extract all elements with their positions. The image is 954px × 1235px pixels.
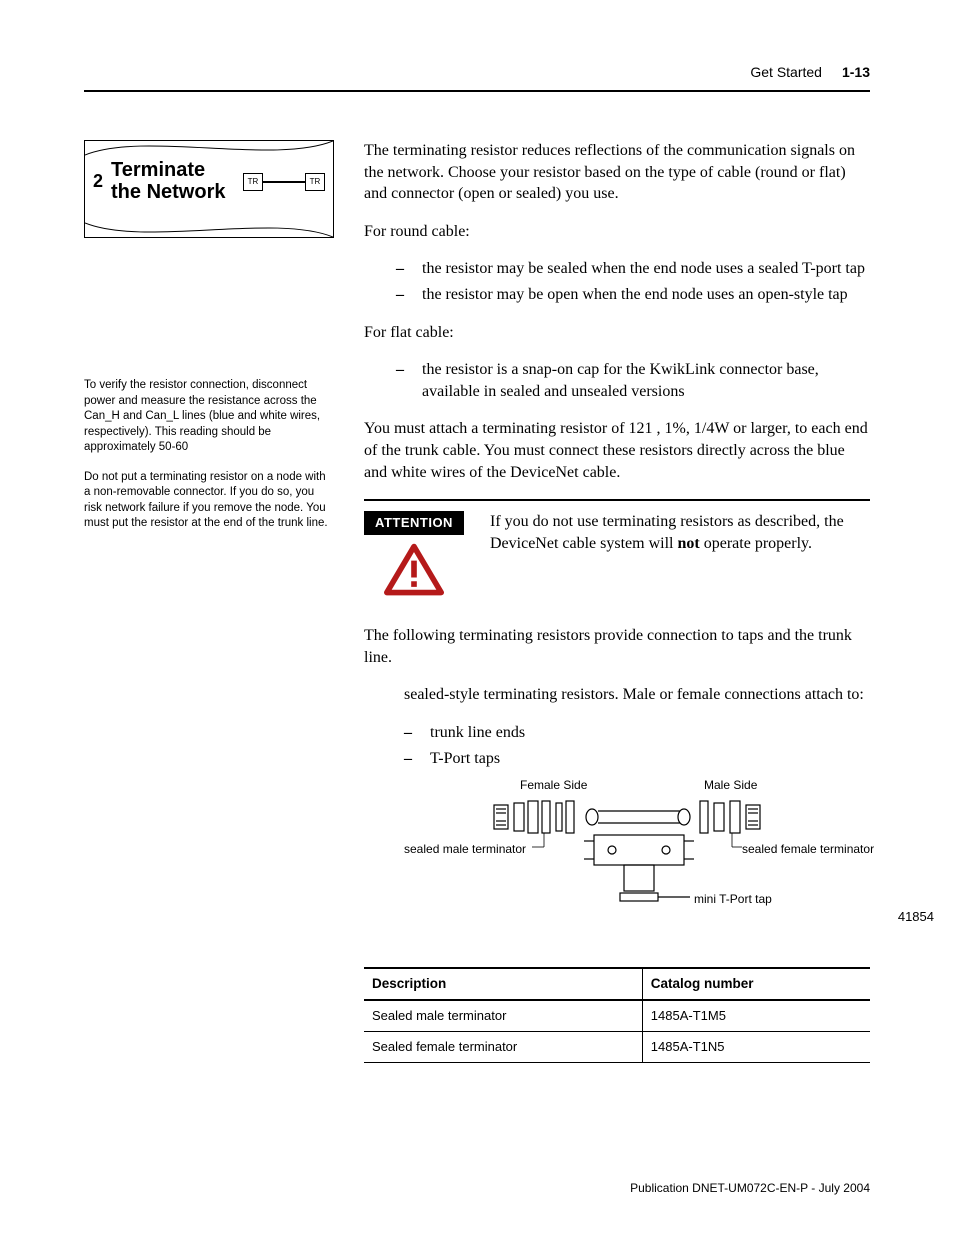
flat-cable-list: – the resistor is a snap-on cap for the … [364, 359, 870, 402]
terminator-diagram-icon: TR TR [243, 171, 325, 191]
intro-paragraph: The terminating resistor reduces reflect… [364, 140, 870, 205]
list-item: – the resistor may be open when the end … [396, 284, 870, 306]
sealed-style-bullet: sealed-style terminating resistors. Male… [364, 684, 870, 706]
sidebar: 2 Terminate the Network TR TR To verify … [84, 140, 334, 1063]
page-header: Get Started 1-13 [84, 64, 870, 92]
fig-label-female-side: Female Side [520, 777, 587, 793]
table-header-row: Description Catalog number [364, 968, 870, 1000]
following-paragraph: The following terminating resistors prov… [364, 625, 870, 668]
table-cell: 1485A-T1N5 [642, 1032, 870, 1063]
list-item: – trunk line ends [404, 722, 870, 744]
fig-label-male-side: Male Side [704, 777, 757, 793]
list-item: – the resistor may be sealed when the en… [396, 258, 870, 280]
attention-label: ATTENTION [364, 511, 464, 535]
tr-box-left: TR [243, 173, 263, 191]
spec-paragraph: You must attach a terminating resistor o… [364, 418, 870, 483]
list-item-text: the resistor is a snap-on cap for the Kw… [422, 359, 870, 402]
table-cell: 1485A-T1M5 [642, 1000, 870, 1031]
table-header: Catalog number [642, 968, 870, 1000]
tr-box-right: TR [305, 173, 325, 191]
sidebar-note-1: To verify the resistor connection, disco… [84, 378, 334, 456]
main-column: The terminating resistor reduces reflect… [364, 140, 870, 1063]
sealed-style-subitems: – trunk line ends – T-Port taps [364, 722, 870, 769]
table-header: Description [364, 968, 642, 1000]
table-row: Sealed male terminator 1485A-T1M5 [364, 1000, 870, 1031]
catalog-table: Description Catalog number Sealed male t… [364, 967, 870, 1062]
header-section: Get Started [750, 64, 822, 80]
step-number: 2 [93, 169, 103, 193]
list-item: – T-Port taps [404, 748, 870, 770]
fig-label-sealed-male: sealed male terminator [404, 841, 526, 857]
table-cell: Sealed male terminator [364, 1000, 642, 1031]
attention-block: ATTENTION If you do not use terminating … [364, 499, 870, 603]
terminator-figure: Female Side Male Side sealed male termin… [484, 775, 870, 925]
fig-label-sealed-female: sealed female terminator [742, 841, 874, 857]
list-item-text: trunk line ends [430, 722, 525, 744]
sidebar-note-2: Do not put a terminating resistor on a n… [84, 470, 334, 532]
list-item-text: the resistor may be open when the end no… [422, 284, 848, 306]
table-row: Sealed female terminator 1485A-T1N5 [364, 1032, 870, 1063]
attention-text-bold: not [678, 535, 700, 552]
warning-triangle-icon [384, 543, 444, 597]
attention-text-post: operate properly. [700, 535, 812, 552]
page-footer: Publication DNET-UM072C-EN-P - July 2004 [630, 1181, 870, 1195]
fig-label-mini-tport: mini T-Port tap [694, 891, 772, 907]
table-cell: Sealed female terminator [364, 1032, 642, 1063]
step-title: Terminate the Network [111, 159, 235, 203]
round-cable-list: – the resistor may be sealed when the en… [364, 258, 870, 305]
flat-cable-heading: For flat cable: [364, 322, 870, 344]
figure-number: 41854 [898, 908, 934, 926]
header-page-number: 1-13 [842, 64, 870, 80]
list-item-text: T-Port taps [430, 748, 500, 770]
list-item: – the resistor is a snap-on cap for the … [396, 359, 870, 402]
round-cable-heading: For round cable: [364, 221, 870, 243]
step-callout: 2 Terminate the Network TR TR [84, 140, 334, 238]
attention-text: If you do not use terminating resistors … [490, 511, 870, 603]
list-item-text: the resistor may be sealed when the end … [422, 258, 865, 280]
